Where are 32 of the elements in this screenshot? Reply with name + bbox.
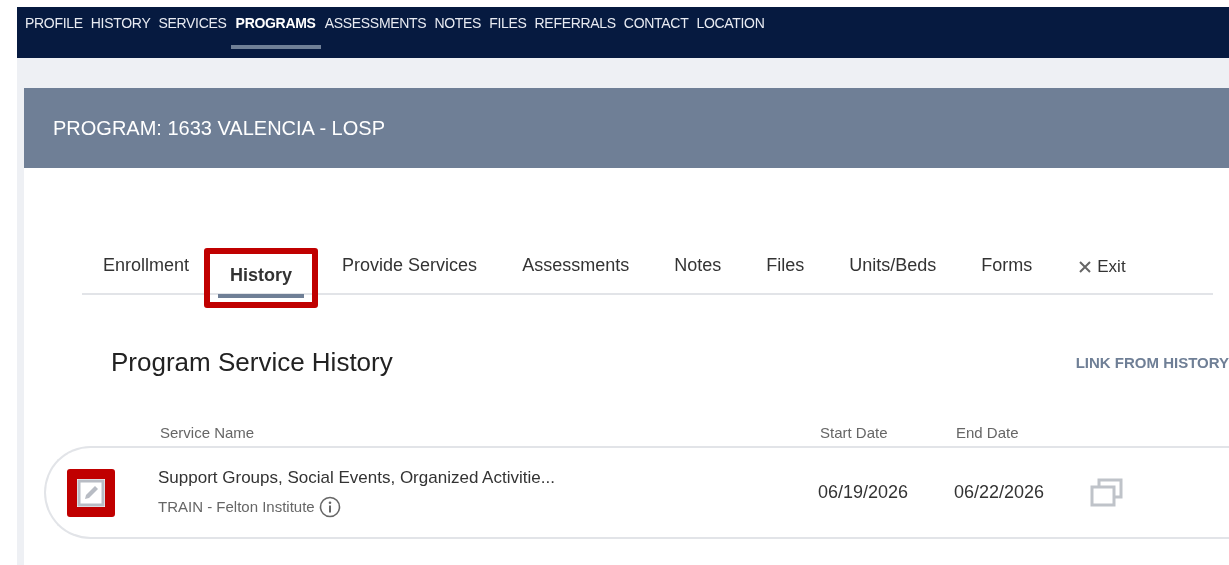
info-icon[interactable] — [318, 495, 341, 518]
tab[interactable]: Enrollment — [103, 241, 210, 292]
start-date: 06/19/2026 — [818, 482, 910, 503]
program-title: PROGRAM: 1633 VALENCIA - LOSP — [53, 116, 385, 140]
nav-link[interactable]: CONTACT — [619, 7, 693, 54]
tab[interactable]: Forms — [961, 241, 1053, 292]
tab[interactable]: Files — [746, 241, 825, 292]
column-header: End Date — [956, 424, 1020, 443]
column-header: Start Date — [820, 424, 889, 443]
tab[interactable]: Units/Beds — [829, 241, 957, 292]
tab[interactable]: Provide Services — [322, 241, 498, 292]
end-date: 06/22/2026 — [954, 482, 1046, 503]
tab[interactable]: History — [218, 255, 305, 298]
tab[interactable]: Notes — [654, 241, 742, 292]
service-name: Support Groups, Social Events, Organized Activitie... — [158, 467, 556, 488]
section-title: Program Service History — [111, 347, 393, 378]
nav-link[interactable]: ASSESSMENTS — [320, 7, 431, 54]
nav-link[interactable]: FILES — [485, 7, 531, 54]
link-from-history-button[interactable]: LINK FROM HISTORY — [1075, 354, 1229, 371]
nav-link[interactable]: NOTES — [430, 7, 486, 54]
nav-link[interactable]: PROGRAMS — [230, 7, 321, 49]
column-header: Service Name — [160, 424, 256, 443]
provider-name: TRAIN - Felton Institute — [158, 498, 315, 515]
close-icon — [1079, 260, 1092, 273]
nav-link[interactable]: HISTORY — [86, 7, 155, 54]
nav-link[interactable]: SERVICES — [154, 7, 231, 54]
tab[interactable]: Assessments — [502, 241, 650, 292]
exit-button[interactable]: Exit — [1079, 256, 1126, 277]
edit-icon[interactable] — [77, 478, 105, 507]
nav-link[interactable]: REFERRALS — [530, 7, 620, 54]
nav-link[interactable]: PROFILE — [21, 7, 87, 54]
nav-link[interactable]: LOCATION — [692, 7, 769, 54]
